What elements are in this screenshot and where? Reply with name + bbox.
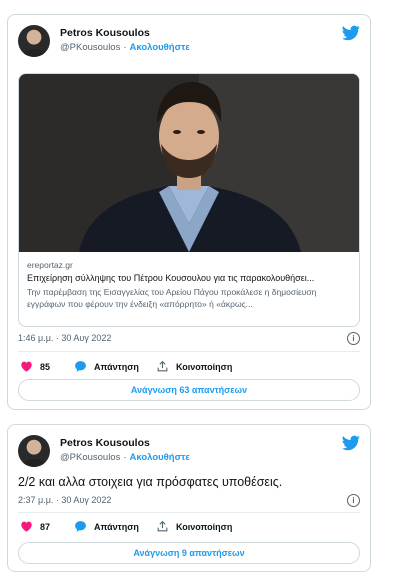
read-replies-button[interactable]: Ανάγνωση 9 απαντήσεων [18,542,360,564]
heart-icon [21,361,32,372]
article-photo [19,74,359,252]
card-text: ereportaz.gr Επιχείρηση σύλληψης του Πέτ… [27,260,351,310]
heart-icon [21,521,32,532]
tweet-text: 2/2 και αλλα στοιχεια για πρόσφατες υποθ… [18,475,283,489]
share-icon [157,520,168,532]
comment-icon [75,521,86,532]
tweet-embed-2: Petros Kousoulos @PKousoulos · Ακολουθήστε… [7,424,371,572]
display-name[interactable]: Petros Kousoulos [60,27,150,39]
like-count: 87 [40,521,51,532]
user-handle[interactable]: @PKousoulos [60,452,120,463]
reply-button[interactable]: Απάντηση [74,520,139,533]
card-description: Την παρέμβαση της Εισαγγελίας του Αρείου… [27,287,317,309]
read-replies-button[interactable]: Ανάγνωση 63 απαντήσεων [18,379,360,401]
divider [18,512,360,513]
separator: · [123,42,127,53]
timestamp[interactable]: 2:37 μ.μ. · 30 Αυγ 2022 [18,495,111,505]
handle-line: @PKousoulos · Ακολουθήστε [60,452,190,463]
like-count: 85 [40,361,51,372]
twitter-bird-icon[interactable] [342,25,360,41]
share-label: Κοινοποίηση [176,521,233,532]
follow-link[interactable]: Ακολουθήστε [130,42,190,53]
action-bar: 85 Απάντηση Κοινοποίηση [18,360,360,376]
avatar[interactable] [18,435,50,467]
link-card[interactable]: ereportaz.gr Επιχείρηση σύλληψης του Πέτ… [18,73,360,327]
like-button[interactable]: 85 [20,360,50,373]
reply-label: Απάντηση [94,521,139,532]
card-title[interactable]: Επιχείρηση σύλληψης του Πέτρου Κουσουλου… [27,273,351,283]
card-domain: ereportaz.gr [27,260,73,270]
avatar[interactable] [18,25,50,57]
divider [18,351,360,352]
share-button[interactable]: Κοινοποίηση [156,360,232,373]
action-bar: 87 Απάντηση Κοινοποίηση [18,520,360,536]
share-label: Κοινοποίηση [176,361,233,372]
reply-button[interactable]: Απάντηση [74,360,139,373]
timestamp[interactable]: 1:46 μ.μ. · 30 Αυγ 2022 [18,333,111,343]
share-button[interactable]: Κοινοποίηση [156,520,232,533]
info-icon[interactable]: i [347,494,360,507]
like-button[interactable]: 87 [20,520,50,533]
tweet-header: Petros Kousoulos @PKousoulos · Ακολουθήστε [18,435,360,469]
tweet-embed-1: Petros Kousoulos @PKousoulos · Ακολουθήστε [7,14,371,410]
share-icon [157,360,168,372]
comment-icon [75,361,86,372]
separator: · [123,452,127,463]
twitter-bird-icon[interactable] [342,435,360,451]
user-handle[interactable]: @PKousoulos [60,42,120,53]
follow-link[interactable]: Ακολουθήστε [130,452,190,463]
display-name[interactable]: Petros Kousoulos [60,437,150,449]
handle-line: @PKousoulos · Ακολουθήστε [60,42,190,53]
tweet-header: Petros Kousoulos @PKousoulos · Ακολουθήστε [18,25,360,59]
reply-label: Απάντηση [94,361,139,372]
info-icon[interactable]: i [347,332,360,345]
